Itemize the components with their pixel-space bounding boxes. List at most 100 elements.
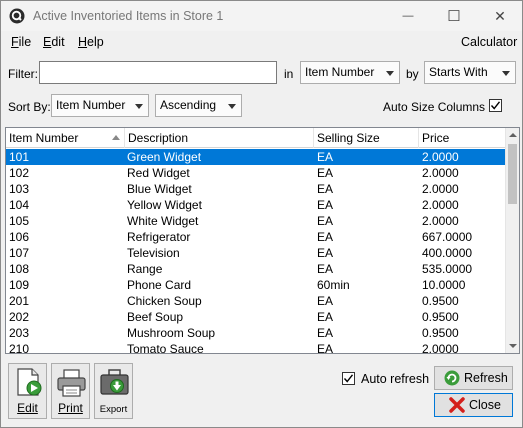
cell-description: Chicken Soup — [127, 294, 202, 308]
scrollbar-thumb[interactable] — [508, 144, 517, 204]
minimize-button[interactable]: — — [385, 1, 431, 31]
menu-help[interactable]: Help — [78, 35, 104, 49]
menu-edit[interactable]: Edit — [43, 35, 65, 49]
column-header-item-number[interactable]: Item Number — [6, 128, 125, 148]
menu-file[interactable]: File — [11, 35, 31, 49]
table-row[interactable]: 101 Green Widget EA 2.0000 — [6, 149, 505, 165]
cell-item-number: 109 — [9, 278, 30, 292]
cell-description: Television — [127, 246, 180, 260]
cell-price: 2.0000 — [422, 342, 459, 354]
table-row[interactable]: 105 White Widget EA 2.0000 — [6, 213, 505, 229]
cell-selling-size: EA — [317, 246, 334, 260]
cell-item-number: 108 — [9, 262, 30, 276]
autosize-label: Auto Size Columns — [383, 100, 486, 114]
export-button-label: Export — [99, 404, 128, 415]
cell-item-number: 104 — [9, 198, 30, 212]
filter-match-select[interactable]: Starts With — [424, 61, 516, 84]
checkmark-icon — [343, 374, 354, 383]
scroll-down-icon[interactable] — [509, 344, 517, 348]
cell-item-number: 103 — [9, 182, 30, 196]
cell-description: Refrigerator — [127, 230, 191, 244]
table-row[interactable]: 203 Mushroom Soup EA 0.9500 — [6, 325, 505, 341]
column-header-label: Price — [422, 131, 450, 145]
cell-item-number: 203 — [9, 326, 30, 340]
table-row[interactable]: 202 Beef Soup EA 0.9500 — [6, 309, 505, 325]
cell-description: Red Widget — [127, 166, 190, 180]
chevron-down-icon — [135, 104, 143, 109]
filter-label: Filter: — [8, 67, 38, 81]
filter-input[interactable] — [39, 61, 277, 84]
edit-button-label: Edit — [17, 401, 38, 415]
title-bar[interactable]: Active Inventoried Items in Store 1 — ☐ … — [1, 1, 522, 31]
menu-bar: File Edit Help Calculator — [1, 33, 522, 53]
table-row[interactable]: 102 Red Widget EA 2.0000 — [6, 165, 505, 181]
table-row[interactable]: 109 Phone Card 60min 10.0000 — [6, 277, 505, 293]
autosize-checkbox[interactable] — [489, 99, 502, 112]
refresh-button[interactable]: Refresh — [434, 366, 513, 390]
column-header-description[interactable]: Description — [125, 128, 314, 148]
cell-item-number: 102 — [9, 166, 30, 180]
print-button-label: Print — [58, 401, 83, 415]
column-header-label: Item Number — [9, 131, 79, 145]
table-row[interactable]: 106 Refrigerator EA 667.0000 — [6, 229, 505, 245]
cell-selling-size: EA — [317, 198, 334, 212]
cell-selling-size: EA — [317, 230, 334, 244]
filter-match-value: Starts With — [429, 65, 488, 79]
table-row[interactable]: 103 Blue Widget EA 2.0000 — [6, 181, 505, 197]
edit-button[interactable]: Edit — [8, 363, 47, 419]
cell-selling-size: 60min — [317, 278, 350, 292]
close-icon: ✕ — [494, 7, 506, 24]
minimize-icon: — — [402, 10, 414, 22]
table-row[interactable]: 107 Television EA 400.0000 — [6, 245, 505, 261]
cell-price: 2.0000 — [422, 198, 459, 212]
cell-item-number: 210 — [9, 342, 30, 354]
app-logo-icon — [9, 8, 25, 24]
cell-price: 2.0000 — [422, 166, 459, 180]
table-row[interactable]: 201 Chicken Soup EA 0.9500 — [6, 293, 505, 309]
sort-field-select[interactable]: Item Number — [51, 94, 149, 117]
filter-in-label: in — [284, 67, 294, 81]
cell-selling-size: EA — [317, 326, 334, 340]
sort-ascending-icon — [112, 135, 120, 140]
cell-price: 667.0000 — [422, 230, 473, 244]
edit-document-icon — [17, 368, 42, 396]
menu-calculator[interactable]: Calculator — [461, 35, 517, 49]
export-button[interactable]: Export — [94, 363, 133, 419]
cell-selling-size: EA — [317, 214, 334, 228]
auto-refresh-checkbox[interactable] — [342, 372, 355, 385]
close-x-icon — [449, 397, 465, 413]
scroll-up-icon[interactable] — [509, 133, 517, 137]
column-header-price[interactable]: Price — [419, 128, 505, 148]
cell-description: Range — [127, 262, 163, 276]
cell-item-number: 107 — [9, 246, 30, 260]
grid-vertical-scrollbar[interactable] — [505, 128, 519, 353]
table-row[interactable]: 104 Yellow Widget EA 2.0000 — [6, 197, 505, 213]
close-window-button[interactable]: ✕ — [477, 1, 523, 31]
chevron-down-icon — [386, 71, 394, 76]
cell-price: 0.9500 — [422, 326, 459, 340]
sort-order-select[interactable]: Ascending — [155, 94, 242, 117]
window-title: Active Inventoried Items in Store 1 — [33, 9, 224, 23]
chevron-down-icon — [502, 71, 510, 76]
cell-price: 0.9500 — [422, 294, 459, 308]
inventory-grid[interactable]: Item Number Description Selling Size Pri… — [5, 127, 520, 354]
filter-field-select[interactable]: Item Number — [300, 61, 400, 84]
close-button-label: Close — [469, 398, 501, 412]
printer-icon — [57, 369, 86, 397]
cell-price: 2.0000 — [422, 150, 459, 164]
cell-description: Yellow Widget — [127, 198, 202, 212]
auto-refresh-label: Auto refresh — [361, 372, 430, 386]
cell-description: White Widget — [127, 214, 199, 228]
cell-description: Tomato Sauce — [127, 342, 204, 354]
print-button[interactable]: Print — [51, 363, 90, 419]
close-button[interactable]: Close — [434, 393, 513, 417]
export-briefcase-icon — [100, 369, 129, 395]
table-row[interactable]: 108 Range EA 535.0000 — [6, 261, 505, 277]
cell-price: 10.0000 — [422, 278, 466, 292]
table-row[interactable]: 210 Tomato Sauce EA 2.0000 — [6, 341, 505, 354]
maximize-button[interactable]: ☐ — [431, 1, 477, 31]
sort-label: Sort By: — [8, 100, 51, 114]
column-header-selling-size[interactable]: Selling Size — [314, 128, 419, 148]
column-header-label: Selling Size — [317, 131, 380, 145]
cell-description: Phone Card — [127, 278, 192, 292]
